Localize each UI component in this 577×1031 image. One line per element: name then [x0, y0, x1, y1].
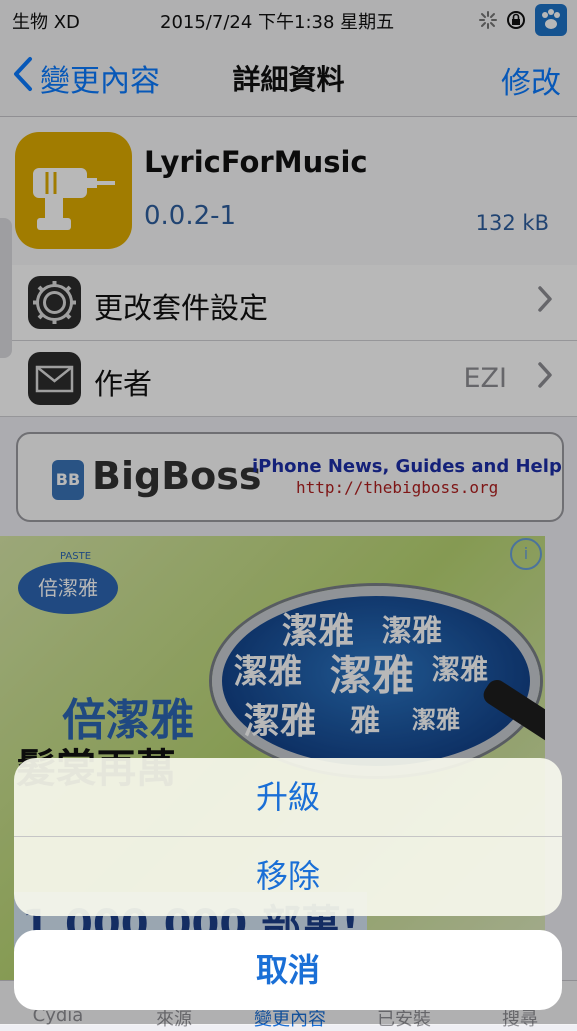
upgrade-button[interactable]: 升級 [14, 758, 562, 836]
cydia-screen: 生物 XD 2015/7/24 下午1:38 星期五 變更內容 詳細資料 修改 … [0, 0, 577, 1030]
remove-button[interactable]: 移除 [14, 837, 562, 915]
action-sheet: 升級 移除 [14, 758, 562, 916]
cancel-button[interactable]: 取消 [14, 930, 562, 1010]
